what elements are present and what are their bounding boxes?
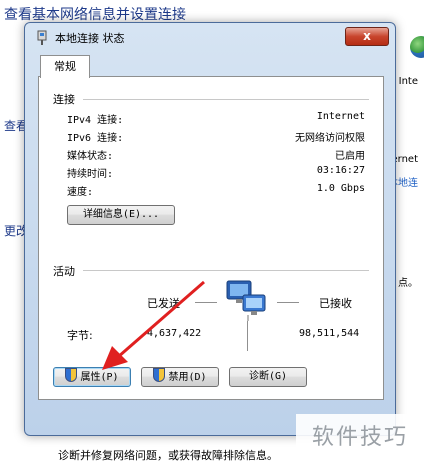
activity-stem bbox=[247, 321, 248, 351]
sent-label: 已发送 bbox=[147, 297, 180, 310]
duration-label: 持续时间: bbox=[67, 169, 114, 180]
bytes-label: 字节: bbox=[67, 329, 93, 342]
received-label: 已接收 bbox=[319, 297, 352, 310]
properties-button-label: 属性(P) bbox=[80, 372, 119, 383]
watermark: 软件技巧 bbox=[296, 414, 424, 456]
sent-line bbox=[195, 302, 217, 303]
media-state-label: 媒体状态: bbox=[67, 151, 114, 162]
dialog-titlebar[interactable]: 本地连接 状态 x bbox=[25, 23, 395, 51]
received-bytes-value: 98,511,544 bbox=[299, 328, 360, 339]
ipv6-value: 无网络访问权限 bbox=[295, 133, 365, 144]
speed-label: 速度: bbox=[67, 187, 94, 198]
received-line bbox=[277, 302, 299, 303]
internet-label: Inte bbox=[398, 76, 418, 87]
shield-icon bbox=[153, 368, 166, 382]
close-button[interactable]: x bbox=[345, 27, 389, 46]
dialog-title: 本地连接 状态 bbox=[55, 32, 125, 45]
disable-button-label: 禁用(D) bbox=[168, 372, 207, 383]
connection-divider bbox=[83, 99, 369, 100]
details-button[interactable]: 详细信息(E)... bbox=[67, 205, 175, 225]
globe-icon bbox=[410, 36, 424, 58]
duration-value: 03:16:27 bbox=[316, 165, 365, 176]
properties-button[interactable]: 属性(P) bbox=[53, 367, 131, 387]
ipv4-label: IPv4 连接: bbox=[67, 115, 124, 126]
sent-bytes-value: 4,637,422 bbox=[147, 328, 202, 339]
troubleshoot-text: 诊断并修复网络问题，或获得故障排除信息。 bbox=[58, 449, 278, 462]
disable-button[interactable]: 禁用(D) bbox=[141, 367, 219, 387]
connection-heading: 连接 bbox=[53, 93, 75, 106]
background-text-fragment: 点。 bbox=[398, 278, 418, 289]
activity-divider bbox=[83, 270, 369, 271]
page-title: 查看基本网络信息并设置连接 bbox=[4, 7, 186, 23]
ipv6-label: IPv6 连接: bbox=[67, 133, 124, 144]
general-panel: 连接 IPv4 连接: Internet IPv6 连接: 无网络访问权限 媒体… bbox=[38, 76, 384, 400]
network-adapter-icon bbox=[37, 30, 47, 45]
diagnose-button[interactable]: 诊断(G) bbox=[229, 367, 307, 387]
local-connection-status-dialog: 本地连接 状态 x 常规 连接 IPv4 连接: Internet IPv6 连… bbox=[24, 22, 396, 436]
shield-icon bbox=[65, 368, 78, 382]
media-state-value: 已启用 bbox=[335, 151, 365, 162]
network-computers-icon bbox=[226, 280, 266, 321]
ipv4-value: Internet bbox=[316, 111, 365, 122]
tab-general[interactable]: 常规 bbox=[40, 55, 90, 78]
activity-heading: 活动 bbox=[53, 265, 75, 278]
speed-value: 1.0 Gbps bbox=[316, 183, 365, 194]
